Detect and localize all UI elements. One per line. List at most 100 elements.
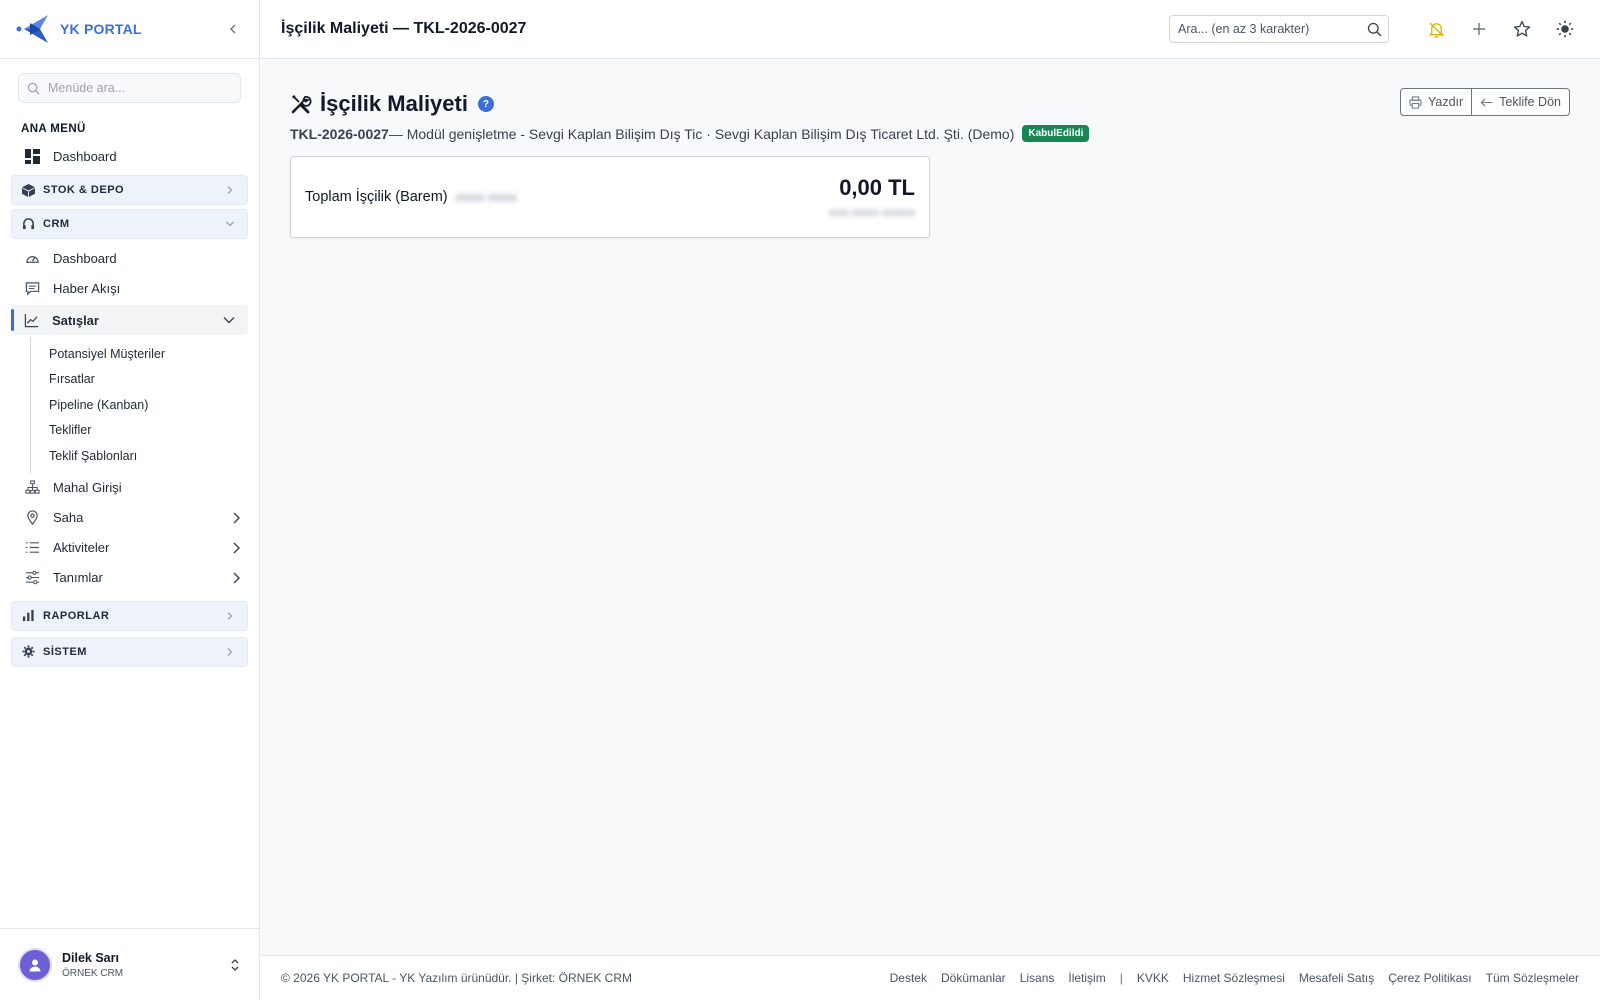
- sun-icon: [1556, 20, 1574, 38]
- sidebar-item-label: Aktiviteler: [53, 540, 110, 555]
- footer-copyright: © 2026 YK PORTAL - YK Yazılım ürünüdür. …: [281, 971, 632, 985]
- map-pin-icon: [24, 510, 40, 526]
- footer-link-kvkk[interactable]: KVKK: [1137, 971, 1169, 985]
- bell-off-icon: [1428, 21, 1444, 38]
- sidebar-group-raporlar[interactable]: RAPORLAR: [11, 600, 248, 631]
- sidebar-group-label: SİSTEM: [43, 645, 87, 658]
- sidebar-item-mahal-girisi[interactable]: Mahal Girişi: [0, 473, 259, 503]
- offer-description: — Modül genişletme - Sevgi Kaplan Bilişi…: [388, 125, 1015, 142]
- page-title: İşçilik Maliyeti ?: [290, 91, 1400, 117]
- speedometer-icon: [24, 250, 40, 266]
- sidebar-group-label: RAPORLAR: [43, 609, 110, 622]
- sidebar-item-label: Saha: [53, 510, 84, 525]
- sidebar-item-label: Mahal Girişi: [53, 480, 122, 495]
- chevron-right-icon: [233, 572, 240, 583]
- sidebar-item-haber-akisi[interactable]: Haber Akışı: [0, 273, 259, 303]
- sidebar-subitem-potansiyel[interactable]: Potansiyel Müşteriler: [49, 341, 259, 367]
- sidebar-group-label: STOK & DEPO: [43, 184, 125, 196]
- sidebar: YK PORTAL ANA MENÜ Dashboard STOK & DEPO…: [0, 0, 260, 1000]
- sidebar-subitem-teklif-sablonlari[interactable]: Teklif Şablonları: [49, 443, 259, 469]
- topbar: İşçilik Maliyeti — TKL-2026-0027: [260, 0, 1600, 59]
- user-company: ÖRNEK CRM: [62, 967, 124, 979]
- sidebar-subitem-firsatlar[interactable]: Fırsatlar: [49, 367, 259, 393]
- print-button-label: Yazdır: [1427, 95, 1464, 109]
- sidebar-item-saha[interactable]: Saha: [0, 503, 259, 533]
- collapse-sidebar-button[interactable]: [223, 19, 243, 39]
- chevron-right-icon: [227, 186, 233, 194]
- user-name: Dilek Sarı: [62, 950, 119, 965]
- sidebar-item-label: Haber Akışı: [53, 280, 121, 296]
- title-row: İşçilik Maliyeti ? Yazdır Teklife Dön: [290, 88, 1570, 117]
- back-button-label: Teklife Dön: [1499, 95, 1561, 109]
- user-meta: Dilek Sarı ÖRNEK CRM: [62, 951, 229, 979]
- sidebar-subitem-teklifler[interactable]: Teklifler: [49, 418, 259, 444]
- footer-link-iletisim[interactable]: İletişim: [1068, 971, 1105, 985]
- chart-line-icon: [23, 312, 39, 328]
- print-button[interactable]: Yazdır: [1399, 88, 1473, 116]
- menu-search[interactable]: [18, 73, 241, 103]
- footer-link-mesafeli[interactable]: Mesafeli Satış: [1299, 971, 1374, 985]
- offer-subtitle: TKL-2026-0027 — Modül genişletme - Sevgi…: [290, 125, 1570, 142]
- footer-link-cerez[interactable]: Çerez Politikası: [1388, 971, 1471, 985]
- footer-link-tum[interactable]: Tüm Sözleşmeler: [1486, 971, 1579, 985]
- sidebar-item-label: Dashboard: [53, 250, 117, 266]
- arrow-left-icon: [1480, 97, 1493, 107]
- footer-link-destek[interactable]: Destek: [890, 971, 927, 985]
- action-buttons: Yazdır Teklife Dön: [1399, 88, 1570, 116]
- footer-link-dokumanlar[interactable]: Dökümanlar: [941, 971, 1006, 985]
- chevron-right-icon: [233, 512, 240, 523]
- sidebar-group-label: CRM: [43, 218, 70, 230]
- footer-link-lisans[interactable]: Lisans: [1020, 971, 1055, 985]
- blurred-detail: ●●●● ●●●●: [455, 190, 517, 204]
- star-icon: [1513, 20, 1531, 37]
- sliders-icon: [24, 570, 40, 586]
- user-menu[interactable]: Dilek Sarı ÖRNEK CRM: [0, 928, 259, 1000]
- page-title-text: İşçilik Maliyeti: [320, 91, 468, 116]
- search-icon[interactable]: [1367, 22, 1382, 37]
- sidebar-group-crm[interactable]: CRM: [11, 209, 248, 239]
- chevron-up-down-icon: [231, 958, 239, 971]
- theme-toggle-button[interactable]: [1551, 15, 1579, 43]
- printer-icon: [1409, 95, 1422, 109]
- sidebar-group-sistem[interactable]: SİSTEM: [11, 636, 248, 667]
- sidebar-group-stok[interactable]: STOK & DEPO: [11, 175, 248, 205]
- cost-value: 0,00 TL: [839, 175, 915, 200]
- search-icon: [27, 82, 40, 95]
- plus-icon: [1473, 23, 1485, 35]
- help-icon[interactable]: ?: [477, 96, 494, 112]
- status-badge: KabulEdildi: [1022, 125, 1090, 142]
- sidebar-item-label: Tanımlar: [53, 570, 103, 585]
- section-label-main-menu: ANA MENÜ: [21, 123, 86, 135]
- menu-search-input[interactable]: [48, 81, 228, 95]
- bar-chart-icon: [21, 609, 35, 623]
- chevron-right-icon: [227, 647, 233, 656]
- gear-icon: [21, 645, 35, 659]
- sidebar-item-dashboard[interactable]: Dashboard: [0, 141, 259, 171]
- blurred-subvalue: ●●● ●●●● ●●●●●: [829, 207, 915, 219]
- sidebar-item-satislar[interactable]: Satışlar: [11, 305, 248, 335]
- brand-name: YK PORTAL: [60, 21, 142, 37]
- brand: YK PORTAL: [0, 0, 259, 59]
- box-icon: [21, 183, 35, 197]
- cost-label-group: Toplam İşçilik (Barem) ●●●● ●●●●: [305, 189, 829, 205]
- back-to-offer-button[interactable]: Teklife Dön: [1472, 88, 1570, 116]
- sidebar-item-tanimlar[interactable]: Tanımlar: [0, 563, 259, 593]
- sidebar-item-label: Dashboard: [53, 148, 117, 164]
- avatar: [18, 947, 52, 982]
- favorites-button[interactable]: [1508, 15, 1536, 43]
- chevron-right-icon: [233, 542, 240, 553]
- chevron-left-icon: [230, 24, 236, 34]
- page-header-title: İşçilik Maliyeti — TKL-2026-0027: [281, 20, 527, 37]
- dashboard-icon: [24, 148, 40, 164]
- user-icon: [29, 959, 41, 971]
- sidebar-item-crm-dashboard[interactable]: Dashboard: [0, 243, 259, 273]
- global-search[interactable]: [1169, 15, 1389, 43]
- main-content: İşçilik Maliyeti ? Yazdır Teklife Dön TK…: [260, 59, 1600, 955]
- notifications-button[interactable]: [1422, 15, 1450, 43]
- global-search-input[interactable]: [1178, 22, 1367, 36]
- footer-link-hizmet[interactable]: Hizmet Sözleşmesi: [1183, 971, 1285, 985]
- sidebar-subitem-pipeline[interactable]: Pipeline (Kanban): [49, 392, 259, 418]
- headset-icon: [21, 217, 35, 231]
- sidebar-item-aktiviteler[interactable]: Aktiviteler: [0, 533, 259, 563]
- add-button[interactable]: [1465, 15, 1493, 43]
